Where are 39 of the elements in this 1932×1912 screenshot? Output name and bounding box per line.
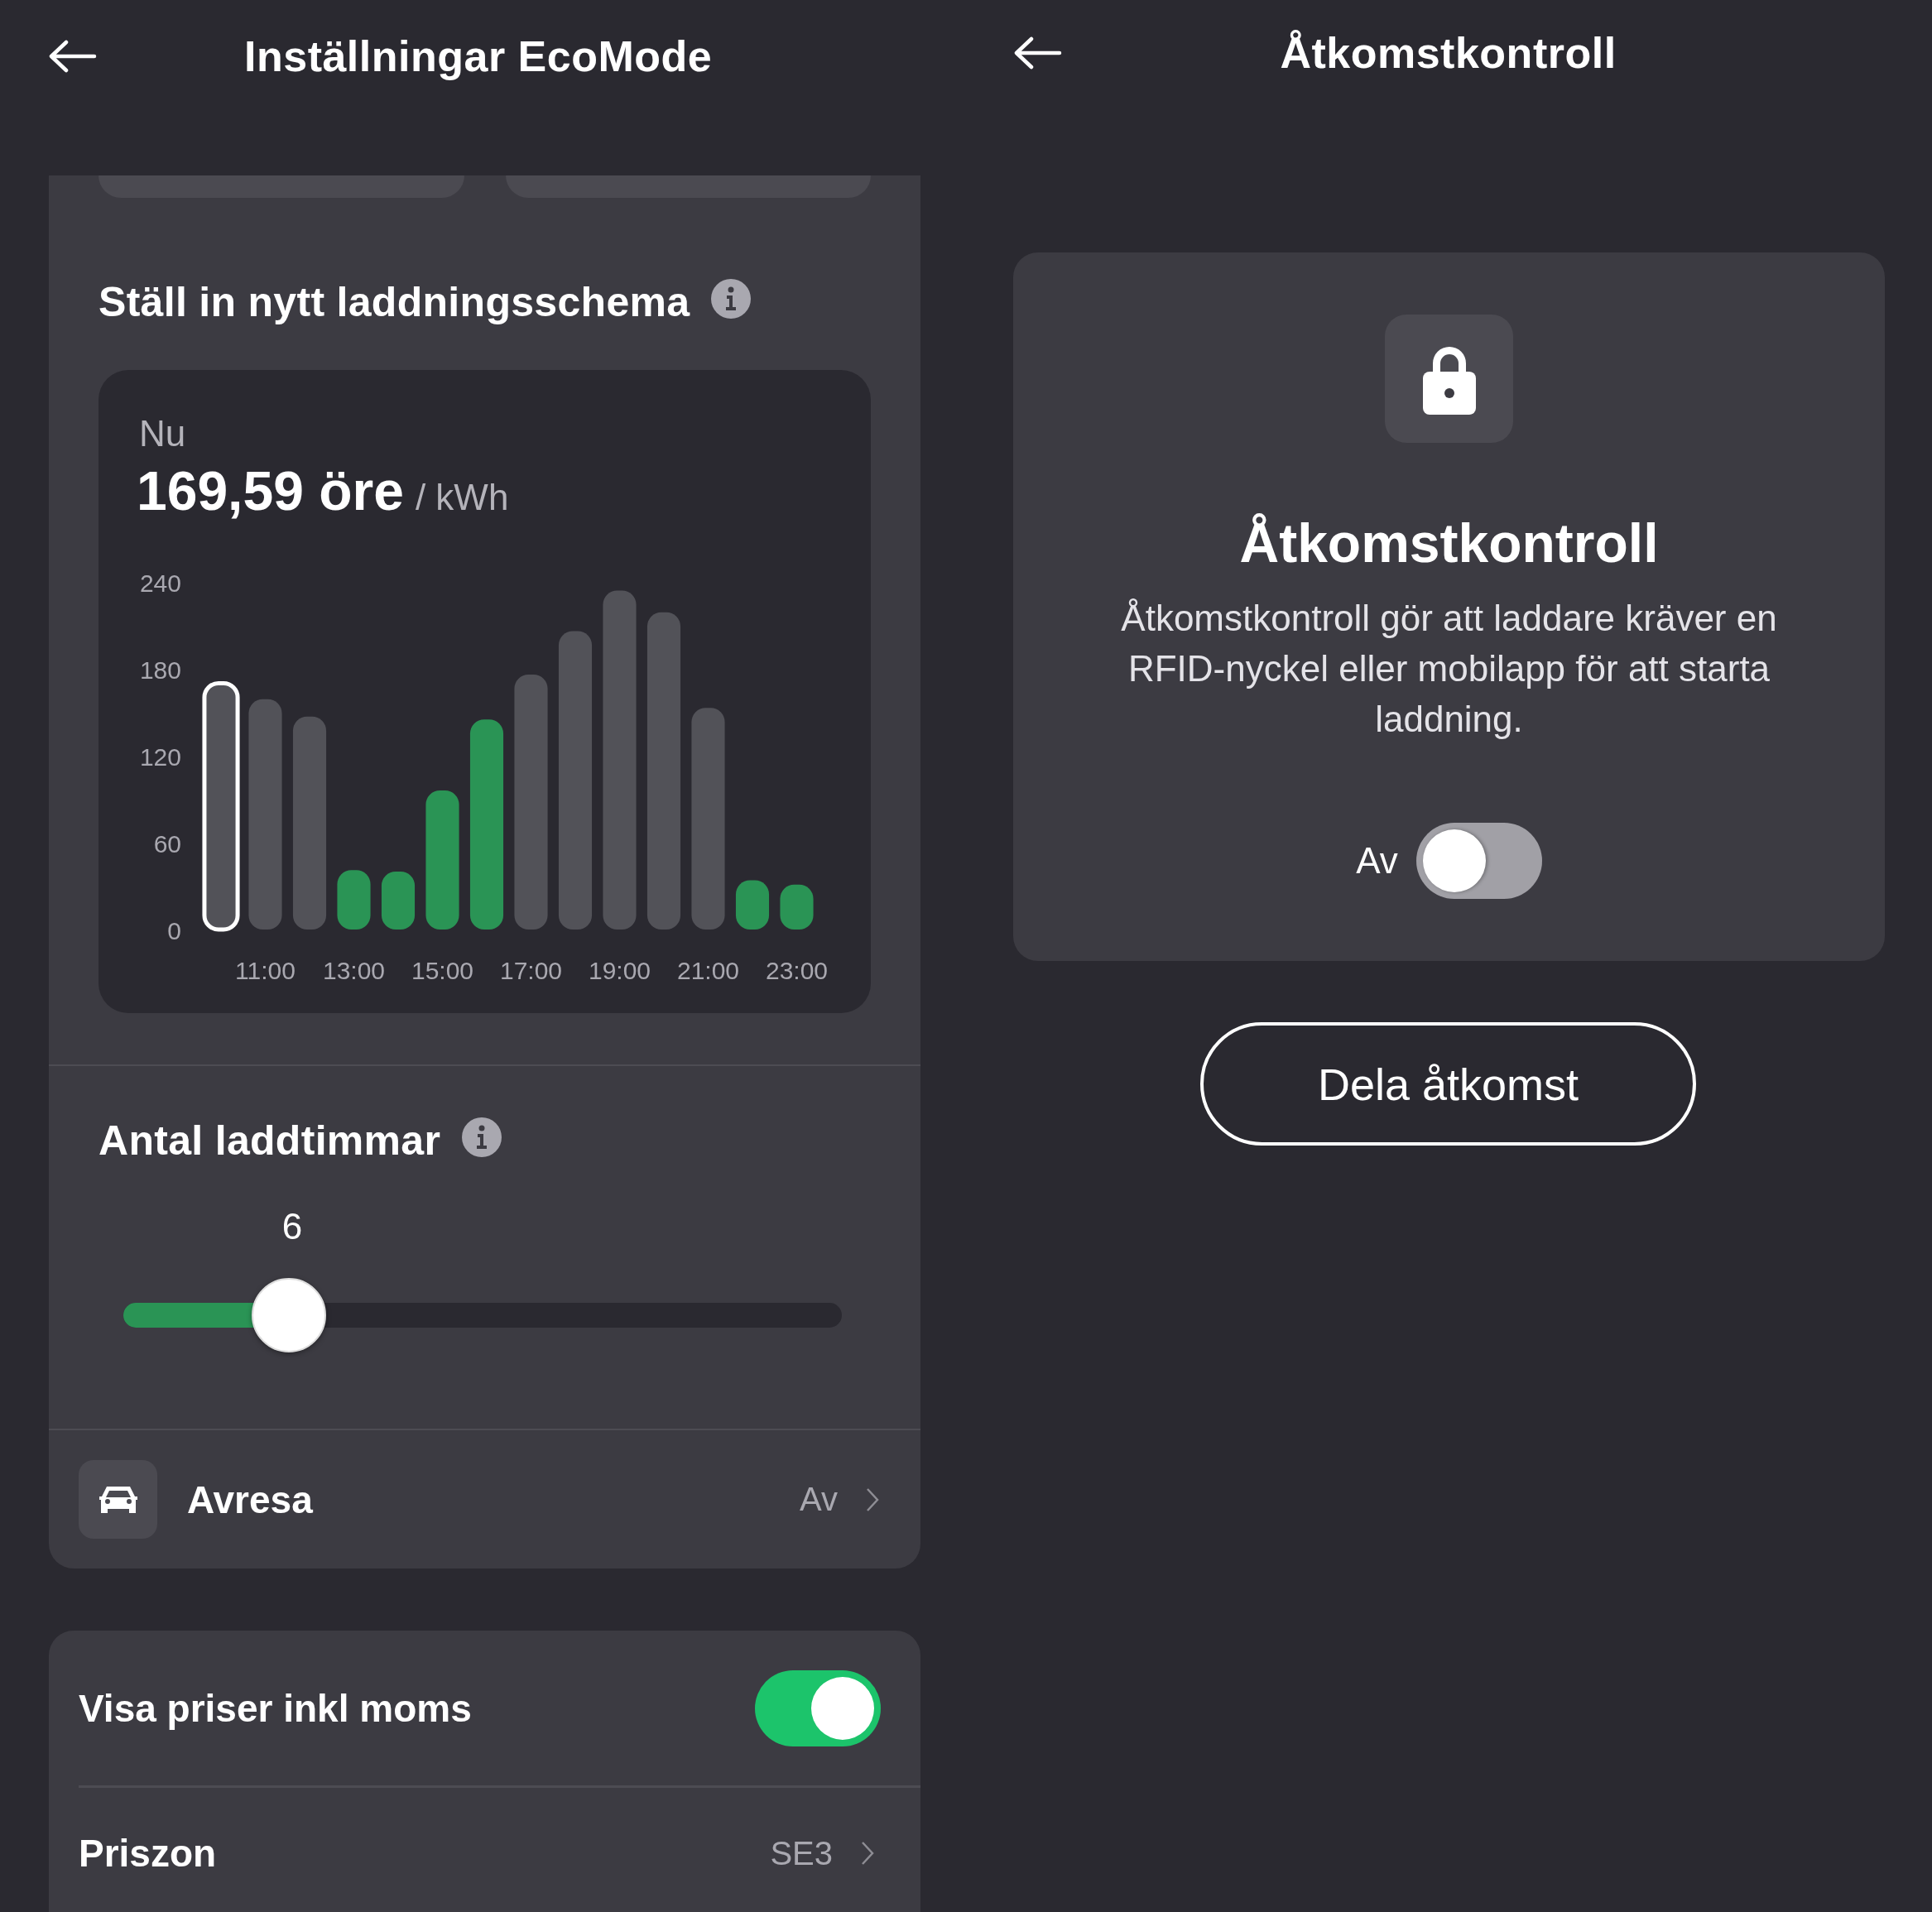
section-title: Antal laddtimmar [99, 1117, 441, 1165]
price-unit: / kWh [415, 477, 509, 518]
row-value: SE3 [770, 1834, 833, 1872]
info-icon[interactable] [462, 1117, 502, 1157]
axis-label: 11:00 [235, 957, 296, 984]
card-description: Åtkomstkontroll gör att laddare kräver en RFID-nyckel eller mobilapp för att starta laddning. [1120, 597, 1778, 741]
row-label: Visa priser inkl moms [79, 1685, 473, 1731]
axis-label: 0 [167, 917, 181, 944]
share-access-button[interactable]: Dela åtkomst [1200, 1022, 1696, 1146]
axis-label: 21:00 [676, 957, 740, 984]
row-label: Avresa [187, 1477, 314, 1522]
section-title: Ställ in nytt laddningsschema [99, 278, 690, 326]
price-label: Nu [139, 412, 187, 455]
card-heading: Åtkomstkontroll [1239, 512, 1659, 575]
axis-label: 240 [139, 569, 181, 597]
row-label: Priszon [79, 1831, 218, 1876]
chevron-icon [861, 1841, 874, 1866]
price-value: 169,59 öre [137, 459, 404, 522]
axis-label: 23:00 [765, 957, 829, 984]
slider[interactable] [123, 1278, 842, 1352]
slider-value: 6 [281, 1205, 303, 1248]
chevron-icon [866, 1487, 879, 1512]
departure-row[interactable]: Avresa Av [49, 1429, 920, 1569]
toggle-label: Av [1356, 840, 1398, 882]
screen-title: Inställningar EcoMode [244, 31, 713, 81]
price-zone-row[interactable]: Priszon SE3 [79, 1788, 920, 1912]
back-arrow-icon[interactable] [1013, 36, 1063, 70]
axis-label: 19:00 [588, 957, 651, 984]
info-icon[interactable] [711, 279, 752, 319]
axis-label: 13:00 [322, 957, 386, 984]
row-value: Av [800, 1481, 838, 1518]
axis-label: 17:00 [499, 957, 563, 984]
back-arrow-icon[interactable] [48, 40, 98, 73]
axis-label: 60 [153, 830, 181, 858]
screen-title: Åtkomstkontroll [1280, 28, 1617, 78]
axis-label: 15:00 [411, 957, 474, 984]
axis-label: 120 [139, 743, 181, 771]
axis-label: 180 [139, 656, 181, 684]
price-bar[interactable] [202, 681, 240, 932]
